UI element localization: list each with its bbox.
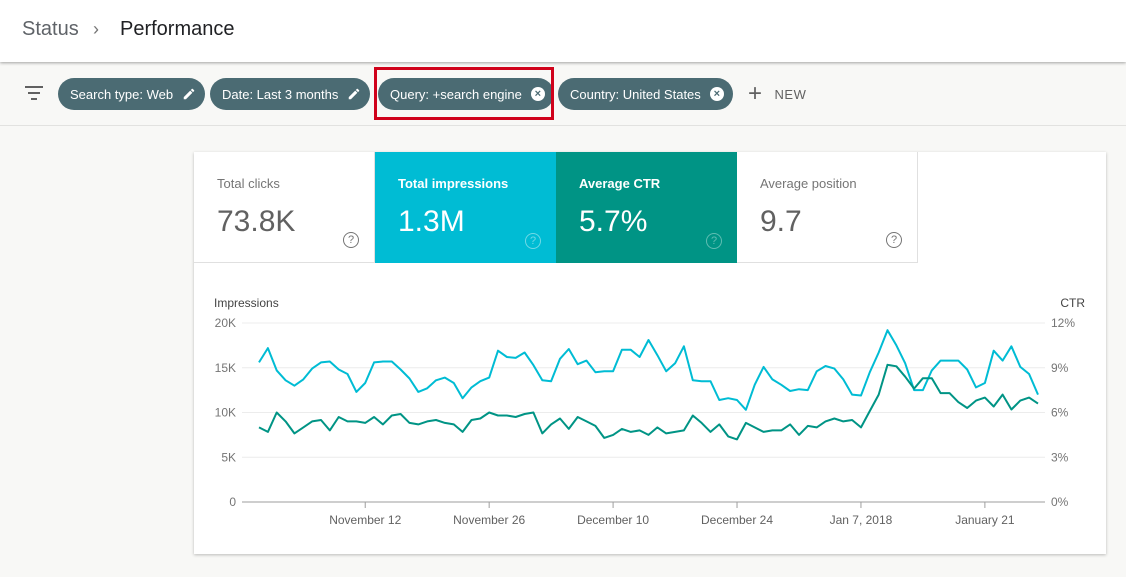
close-circle-icon[interactable]: × xyxy=(530,86,546,102)
right-tick-label: 12% xyxy=(1051,316,1075,330)
series-line-ctr xyxy=(258,363,1039,441)
series-line-impressions xyxy=(258,329,1039,411)
pencil-icon[interactable] xyxy=(181,86,197,102)
filter-chip-query[interactable]: Query: +search engine × xyxy=(378,78,554,110)
x-tick-label: November 12 xyxy=(329,513,401,527)
breadcrumb-chevron-icon: › xyxy=(93,19,99,39)
x-tick-label: November 26 xyxy=(453,513,525,527)
chip-label: Query: +search engine xyxy=(390,86,522,102)
new-filter-button[interactable]: + NEW xyxy=(748,80,806,108)
filter-chip-country[interactable]: Country: United States × xyxy=(558,78,733,110)
chip-label: Date: Last 3 months xyxy=(222,86,339,102)
top-header: Status › Performance xyxy=(0,0,1126,62)
x-tick-label: December 24 xyxy=(701,513,773,527)
filter-chip-search-type[interactable]: Search type: Web xyxy=(58,78,206,110)
left-tick-label: 5K xyxy=(221,450,236,464)
left-tick-label: 0 xyxy=(229,495,236,509)
x-tick-label: December 10 xyxy=(577,513,649,527)
new-filter-label: NEW xyxy=(774,86,807,102)
left-tick-label: 20K xyxy=(215,316,236,330)
right-tick-label: 6% xyxy=(1051,406,1069,420)
left-axis-label: Impressions xyxy=(214,296,279,310)
right-tick-label: 0% xyxy=(1051,495,1069,509)
close-circle-icon[interactable]: × xyxy=(709,86,725,102)
plus-icon: + xyxy=(748,80,763,107)
left-tick-label: 10K xyxy=(215,406,236,420)
filter-bar: Search type: Web Date: Last 3 months Que… xyxy=(0,62,1126,126)
right-tick-label: 3% xyxy=(1051,450,1069,464)
x-tick-label: Jan 7, 2018 xyxy=(830,513,893,527)
page-title: Performance xyxy=(120,18,235,40)
chip-label: Search type: Web xyxy=(70,86,174,102)
left-tick-label: 15K xyxy=(215,361,236,375)
right-tick-label: 9% xyxy=(1051,361,1069,375)
x-tick-label: January 21 xyxy=(955,513,1015,527)
breadcrumb-status-link[interactable]: Status xyxy=(22,18,79,41)
filter-chip-date[interactable]: Date: Last 3 months xyxy=(210,78,371,110)
pencil-icon[interactable] xyxy=(346,86,362,102)
filter-icon[interactable] xyxy=(25,86,43,100)
right-axis-label: CTR xyxy=(1060,296,1085,310)
performance-card: Total clicks 73.8K ? Total impressions 1… xyxy=(194,152,1106,554)
performance-chart[interactable]: Impressions CTR 0 0% 5K 3% 10K 6% 15K 9% 20K 12% N… xyxy=(194,152,1106,554)
chip-label: Country: United States xyxy=(570,86,701,102)
